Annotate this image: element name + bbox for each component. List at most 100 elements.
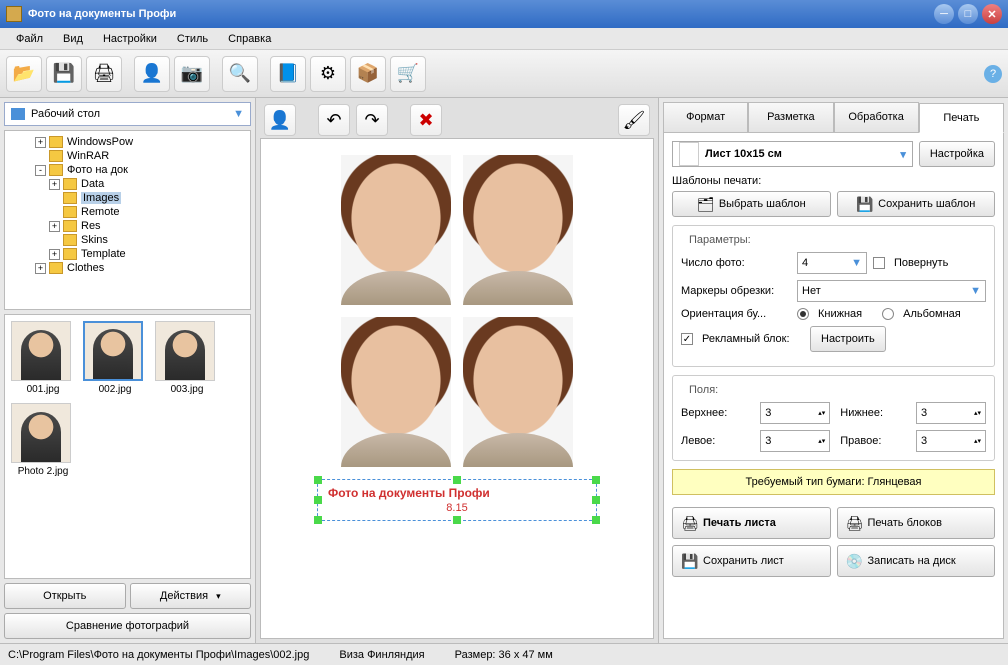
tree-item[interactable]: Skins: [7, 233, 248, 247]
book-icon[interactable]: 📘: [270, 56, 306, 92]
thumbnail-item[interactable]: 003.jpg: [155, 321, 219, 395]
rotate-left-icon[interactable]: ↶: [318, 104, 350, 136]
id-photo[interactable]: [463, 155, 573, 305]
margin-right-input[interactable]: 3▴▾: [916, 430, 986, 452]
templates-label: Шаблоны печати:: [672, 175, 995, 187]
tree-item[interactable]: +Res: [7, 219, 248, 233]
id-photo[interactable]: [341, 155, 451, 305]
tree-expander[interactable]: +: [35, 263, 46, 274]
path-label: Рабочий стол: [31, 108, 100, 120]
folder-icon: [49, 150, 63, 162]
rotate-checkbox[interactable]: [873, 257, 885, 269]
margin-top-input[interactable]: 3▴▾: [760, 402, 830, 424]
id-photo[interactable]: [341, 317, 451, 467]
thumbnails[interactable]: 001.jpg002.jpg003.jpg Photo 2.jpg: [4, 314, 251, 579]
tree-item[interactable]: +Data: [7, 177, 248, 191]
save-sheet-button[interactable]: 💾Сохранить лист: [672, 545, 831, 577]
menu-settings[interactable]: Настройки: [93, 31, 167, 47]
id-photo[interactable]: [463, 317, 573, 467]
photo-count-input[interactable]: 4▼: [797, 252, 867, 274]
brush-icon[interactable]: 🖌: [618, 104, 650, 136]
watermark-box[interactable]: Фото на документы Профи 8.15: [317, 479, 597, 521]
folder-icon: [63, 234, 77, 246]
zoom-icon[interactable]: 🔍: [222, 56, 258, 92]
thumbnail-item[interactable]: 001.jpg: [11, 321, 75, 395]
menu-style[interactable]: Стиль: [167, 31, 218, 47]
folder-tree[interactable]: +WindowsPowWinRAR-Фото на док+DataImages…: [4, 130, 251, 310]
gear-icon[interactable]: ⚙: [310, 56, 346, 92]
camera-icon[interactable]: 📷: [174, 56, 210, 92]
write-disk-button[interactable]: 💿Записать на диск: [837, 545, 996, 577]
page-icon: [679, 142, 699, 166]
tree-item[interactable]: +WindowsPow: [7, 135, 248, 149]
status-profile: Виза Финляндия: [339, 649, 424, 661]
orient-portrait-radio[interactable]: [797, 308, 809, 320]
tree-expander[interactable]: +: [49, 221, 60, 232]
tree-expander[interactable]: -: [35, 165, 46, 176]
ad-block-label: Рекламный блок:: [702, 333, 804, 345]
thumbnail-item[interactable]: Photo 2.jpg: [11, 403, 75, 477]
chevron-down-icon: ▼: [233, 108, 244, 120]
desktop-icon: [11, 108, 25, 120]
tree-item[interactable]: +Template: [7, 247, 248, 261]
margin-left-input[interactable]: 3▴▾: [760, 430, 830, 452]
menu-view[interactable]: Вид: [53, 31, 93, 47]
delete-icon[interactable]: ✖: [410, 104, 442, 136]
tab-layout[interactable]: Разметка: [748, 102, 833, 132]
rotate-label: Повернуть: [894, 257, 948, 269]
print-blocks-button[interactable]: 🖨Печать блоков: [837, 507, 996, 539]
compare-button[interactable]: Сравнение фотографий: [4, 613, 251, 639]
save-icon[interactable]: 💾: [46, 56, 82, 92]
add-photo-icon[interactable]: 👤: [264, 104, 296, 136]
margin-top-label: Верхнее:: [681, 407, 750, 419]
open-button[interactable]: Открыть: [4, 583, 126, 609]
person-icon[interactable]: 👤: [134, 56, 170, 92]
tree-item[interactable]: Images: [7, 191, 248, 205]
package-icon[interactable]: 📦: [350, 56, 386, 92]
tree-expander[interactable]: +: [49, 249, 60, 260]
tab-format[interactable]: Формат: [663, 102, 748, 132]
margin-bottom-input[interactable]: 3▴▾: [916, 402, 986, 424]
save-template-button[interactable]: 💾Сохранить шаблон: [837, 191, 996, 217]
tab-processing[interactable]: Обработка: [834, 102, 919, 132]
print-icon[interactable]: 🖨: [86, 56, 122, 92]
close-button[interactable]: ✕: [982, 4, 1002, 24]
folder-icon: [63, 206, 77, 218]
folder-icon: [63, 178, 77, 190]
preview-canvas[interactable]: Фото на документы Профи 8.15: [260, 138, 654, 639]
orient-landscape-radio[interactable]: [882, 308, 894, 320]
tree-item[interactable]: Remote: [7, 205, 248, 219]
watermark-text: Фото на документы Профи: [328, 486, 586, 500]
configure-ad-button[interactable]: Настроить: [810, 326, 886, 352]
disc-icon: 💿: [846, 552, 864, 570]
save-icon: 💾: [856, 195, 874, 213]
watermark-version: 8.15: [328, 502, 586, 514]
tree-item[interactable]: +Clothes: [7, 261, 248, 275]
path-selector[interactable]: Рабочий стол ▼: [4, 102, 251, 126]
print-icon: 🖨: [846, 514, 864, 532]
tree-expander[interactable]: +: [49, 179, 60, 190]
minimize-button[interactable]: ─: [934, 4, 954, 24]
select-template-button[interactable]: 🗂Выбрать шаблон: [672, 191, 831, 217]
menu-file[interactable]: Файл: [6, 31, 53, 47]
actions-button[interactable]: Действия: [130, 583, 252, 609]
print-sheet-button[interactable]: 🖨Печать листа: [672, 507, 831, 539]
ad-block-checkbox[interactable]: [681, 333, 693, 345]
tree-item[interactable]: WinRAR: [7, 149, 248, 163]
crop-markers-select[interactable]: Нет▼: [797, 280, 986, 302]
tree-expander[interactable]: +: [35, 137, 46, 148]
cart-icon[interactable]: 🛒: [390, 56, 426, 92]
folder-icon: [63, 248, 77, 260]
sheet-settings-button[interactable]: Настройка: [919, 141, 995, 167]
titlebar: Фото на документы Профи ─ □ ✕: [0, 0, 1008, 28]
maximize-button[interactable]: □: [958, 4, 978, 24]
tree-item[interactable]: -Фото на док: [7, 163, 248, 177]
menu-help[interactable]: Справка: [218, 31, 281, 47]
tab-print[interactable]: Печать: [919, 103, 1004, 133]
print-icon: 🖨: [681, 514, 699, 532]
thumbnail-item[interactable]: 002.jpg: [83, 321, 147, 395]
open-icon[interactable]: 📂: [6, 56, 42, 92]
help-icon[interactable]: ?: [984, 65, 1002, 83]
sheet-format-select[interactable]: Лист 10x15 см ▾: [672, 141, 913, 167]
rotate-right-icon[interactable]: ↷: [356, 104, 388, 136]
